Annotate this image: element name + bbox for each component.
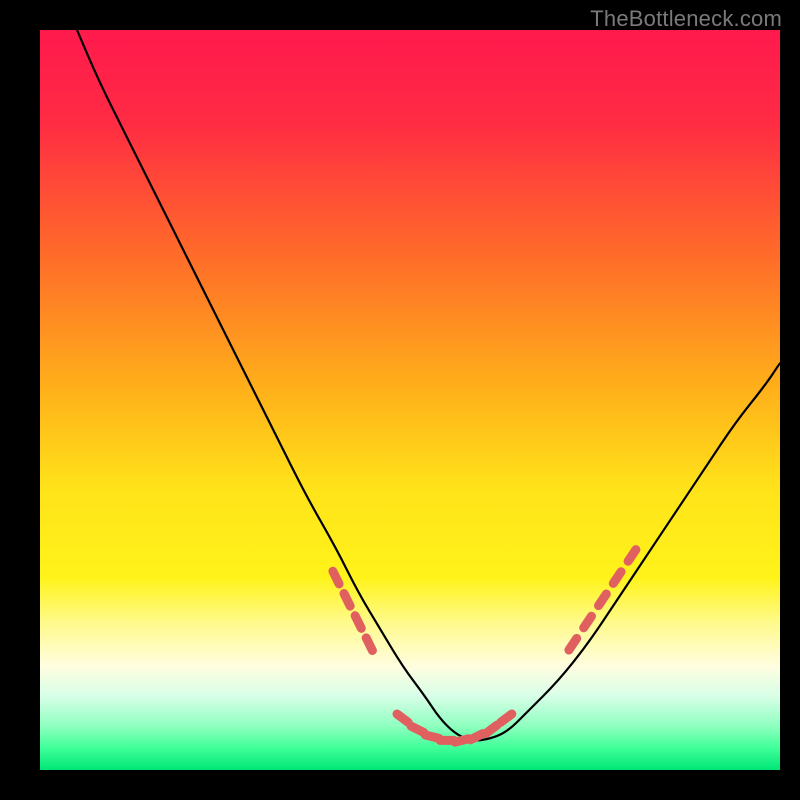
attribution-label: TheBottleneck.com xyxy=(590,6,782,32)
highlight-dot xyxy=(366,638,372,651)
plot-area xyxy=(40,30,780,770)
chart-frame: TheBottleneck.com xyxy=(0,0,800,800)
chart-svg xyxy=(40,30,780,770)
highlight-dot xyxy=(470,734,483,740)
gradient-background xyxy=(40,30,780,770)
highlight-dot xyxy=(355,616,361,629)
highlight-dot xyxy=(344,594,350,607)
highlight-dot xyxy=(333,571,339,584)
highlight-dot xyxy=(411,726,424,732)
